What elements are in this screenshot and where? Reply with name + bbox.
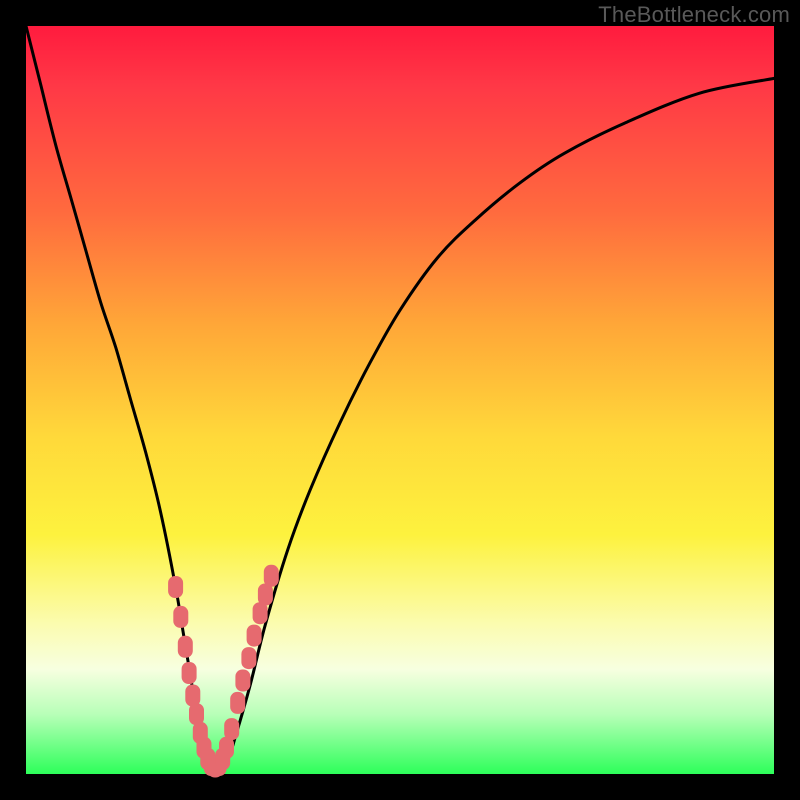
- chart-svg: [26, 26, 774, 774]
- curve-marker: [178, 636, 193, 658]
- curve-marker: [230, 692, 245, 714]
- bottleneck-curve: [26, 26, 774, 768]
- curve-marker: [224, 718, 239, 740]
- curve-marker: [235, 670, 250, 692]
- curve-marker: [182, 662, 197, 684]
- chart-frame: TheBottleneck.com: [0, 0, 800, 800]
- curve-marker: [258, 584, 273, 606]
- curve-marker: [185, 685, 200, 707]
- curve-marker: [241, 647, 256, 669]
- curve-marker: [173, 606, 188, 628]
- marker-group: [168, 565, 279, 778]
- chart-plot-area: [26, 26, 774, 774]
- curve-marker: [264, 565, 279, 587]
- watermark-text: TheBottleneck.com: [598, 2, 790, 28]
- curve-marker: [189, 703, 204, 725]
- curve-marker: [247, 625, 262, 647]
- curve-marker: [168, 576, 183, 598]
